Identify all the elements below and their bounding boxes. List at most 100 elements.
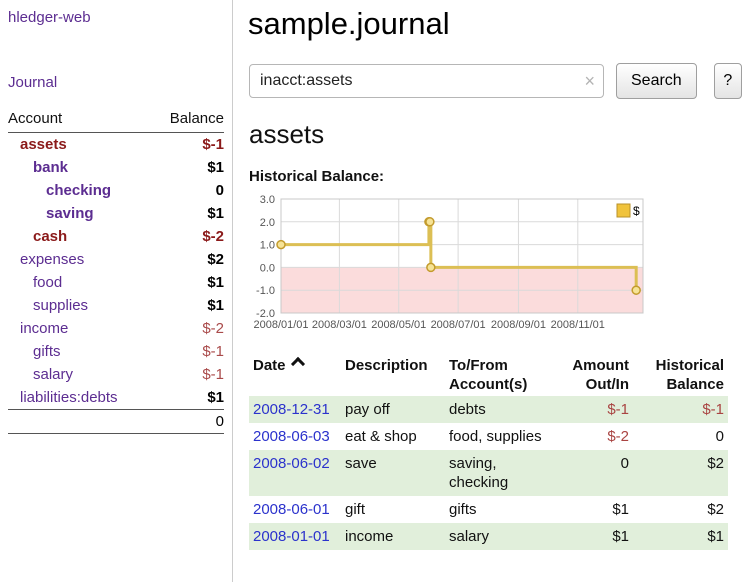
account-link-supplies[interactable]: supplies: [33, 297, 88, 314]
sort-ascending-icon[interactable]: [290, 357, 304, 371]
account-link-bank[interactable]: bank: [33, 159, 68, 176]
register-row: 2008-06-01 gift gifts $1 $2: [249, 496, 728, 523]
main-content: sample.journal × Search ? assets Histori…: [233, 0, 742, 550]
accounts-header-row: Account Balance: [8, 110, 224, 133]
transaction-date-link[interactable]: 2008-06-02: [253, 455, 330, 472]
register-amount: $-1: [553, 396, 633, 423]
account-link-liabilities-debts[interactable]: liabilities:debts: [20, 389, 118, 406]
account-balance: $1: [152, 386, 224, 410]
account-row: income $-2: [8, 317, 224, 340]
register-balance: $1: [633, 523, 728, 550]
transaction-date-link[interactable]: 2008-06-03: [253, 428, 330, 445]
accounts-total-row: 0: [8, 410, 224, 434]
register-row: 2008-06-03 eat & shop food, supplies $-2…: [249, 423, 728, 450]
account-link-gifts[interactable]: gifts: [33, 343, 61, 360]
balance-chart-svg: 3.02.01.00.0-1.0-2.02008/01/012008/03/01…: [249, 191, 649, 335]
account-balance: $2: [152, 248, 224, 271]
register-header-accounts: To/From Account(s): [445, 354, 553, 396]
register-description: pay off: [341, 396, 445, 423]
account-balance: $-2: [152, 317, 224, 340]
register-row: 2008-06-02 save saving, checking 0 $2: [249, 450, 728, 496]
register-table: Date Description To/From Account(s) Amou…: [249, 354, 728, 550]
account-row: assets $-1: [8, 133, 224, 157]
account-heading: assets: [249, 119, 742, 150]
account-link-salary[interactable]: salary: [33, 366, 73, 383]
account-row: food $1: [8, 271, 224, 294]
register-accounts: food, supplies: [445, 423, 553, 450]
account-balance: $-1: [152, 133, 224, 157]
account-balance: $1: [152, 156, 224, 179]
account-link-saving[interactable]: saving: [46, 205, 94, 222]
nav-journal-link[interactable]: Journal: [8, 74, 224, 91]
account-balance: $-2: [152, 225, 224, 248]
balance-chart: 3.02.01.00.0-1.0-2.02008/01/012008/03/01…: [249, 191, 742, 340]
page-title: sample.journal: [248, 6, 742, 42]
account-link-assets[interactable]: assets: [20, 136, 67, 153]
register-header-description: Description: [341, 354, 445, 396]
register-description: save: [341, 450, 445, 496]
svg-text:$: $: [633, 204, 640, 218]
svg-text:2008/09/01: 2008/09/01: [491, 319, 546, 331]
search-box: ×: [249, 64, 604, 98]
register-balance: $-1: [633, 396, 728, 423]
transaction-date-link[interactable]: 2008-06-01: [253, 501, 330, 518]
account-row: supplies $1: [8, 294, 224, 317]
clear-search-icon[interactable]: ×: [584, 72, 595, 90]
account-balance: 0: [152, 179, 224, 202]
account-link-expenses[interactable]: expenses: [20, 251, 84, 268]
account-link-income[interactable]: income: [20, 320, 68, 337]
register-amount: $1: [553, 523, 633, 550]
accounts-total: 0: [152, 410, 224, 434]
svg-text:1.0: 1.0: [260, 240, 275, 252]
transaction-date-link[interactable]: 2008-01-01: [253, 528, 330, 545]
svg-text:2.0: 2.0: [260, 217, 275, 229]
svg-text:-1.0: -1.0: [256, 285, 275, 297]
register-header-balance: Historical Balance: [633, 354, 728, 396]
sidebar: hledger-web Journal Account Balance asse…: [0, 0, 233, 582]
account-row: gifts $-1: [8, 340, 224, 363]
account-row: checking 0: [8, 179, 224, 202]
svg-text:3.0: 3.0: [260, 194, 275, 206]
register-row: 2008-12-31 pay off debts $-1 $-1: [249, 396, 728, 423]
register-header-amount: Amount Out/In: [553, 354, 633, 396]
account-link-food[interactable]: food: [33, 274, 62, 291]
account-row: cash $-2: [8, 225, 224, 248]
account-row: salary $-1: [8, 363, 224, 386]
account-balance: $-1: [152, 363, 224, 386]
register-balance: $2: [633, 496, 728, 523]
accounts-header-account: Account: [8, 110, 152, 133]
register-amount: $1: [553, 496, 633, 523]
svg-text:2008/05/01: 2008/05/01: [371, 319, 426, 331]
account-link-checking[interactable]: checking: [46, 182, 111, 199]
help-button[interactable]: ?: [714, 63, 742, 99]
svg-text:2008/03/01: 2008/03/01: [312, 319, 367, 331]
register-balance: 0: [633, 423, 728, 450]
register-description: income: [341, 523, 445, 550]
accounts-header-balance: Balance: [152, 110, 224, 133]
search-form: × Search ?: [249, 63, 742, 99]
svg-text:2008/07/01: 2008/07/01: [431, 319, 486, 331]
register-description: gift: [341, 496, 445, 523]
account-balance: $1: [152, 202, 224, 225]
account-balance: $-1: [152, 340, 224, 363]
register-accounts: debts: [445, 396, 553, 423]
svg-text:2008/01/01: 2008/01/01: [253, 319, 308, 331]
register-amount: $-2: [553, 423, 633, 450]
svg-text:0.0: 0.0: [260, 262, 275, 274]
account-row: expenses $2: [8, 248, 224, 271]
register-row: 2008-01-01 income salary $1 $1: [249, 523, 728, 550]
account-link-cash[interactable]: cash: [33, 228, 67, 245]
accounts-table: Account Balance assets $-1 bank $1 check…: [8, 110, 224, 434]
register-accounts: salary: [445, 523, 553, 550]
account-balance: $1: [152, 294, 224, 317]
search-input[interactable]: [249, 64, 604, 98]
register-header-date[interactable]: Date: [249, 354, 341, 396]
register-accounts: gifts: [445, 496, 553, 523]
search-button[interactable]: Search: [616, 63, 697, 99]
svg-text:2008/11/01: 2008/11/01: [551, 319, 605, 331]
app-title-link[interactable]: hledger-web: [8, 9, 224, 26]
register-header-row: Date Description To/From Account(s) Amou…: [249, 354, 728, 396]
transaction-date-link[interactable]: 2008-12-31: [253, 401, 330, 418]
chart-title: Historical Balance:: [249, 168, 742, 185]
account-row: bank $1: [8, 156, 224, 179]
